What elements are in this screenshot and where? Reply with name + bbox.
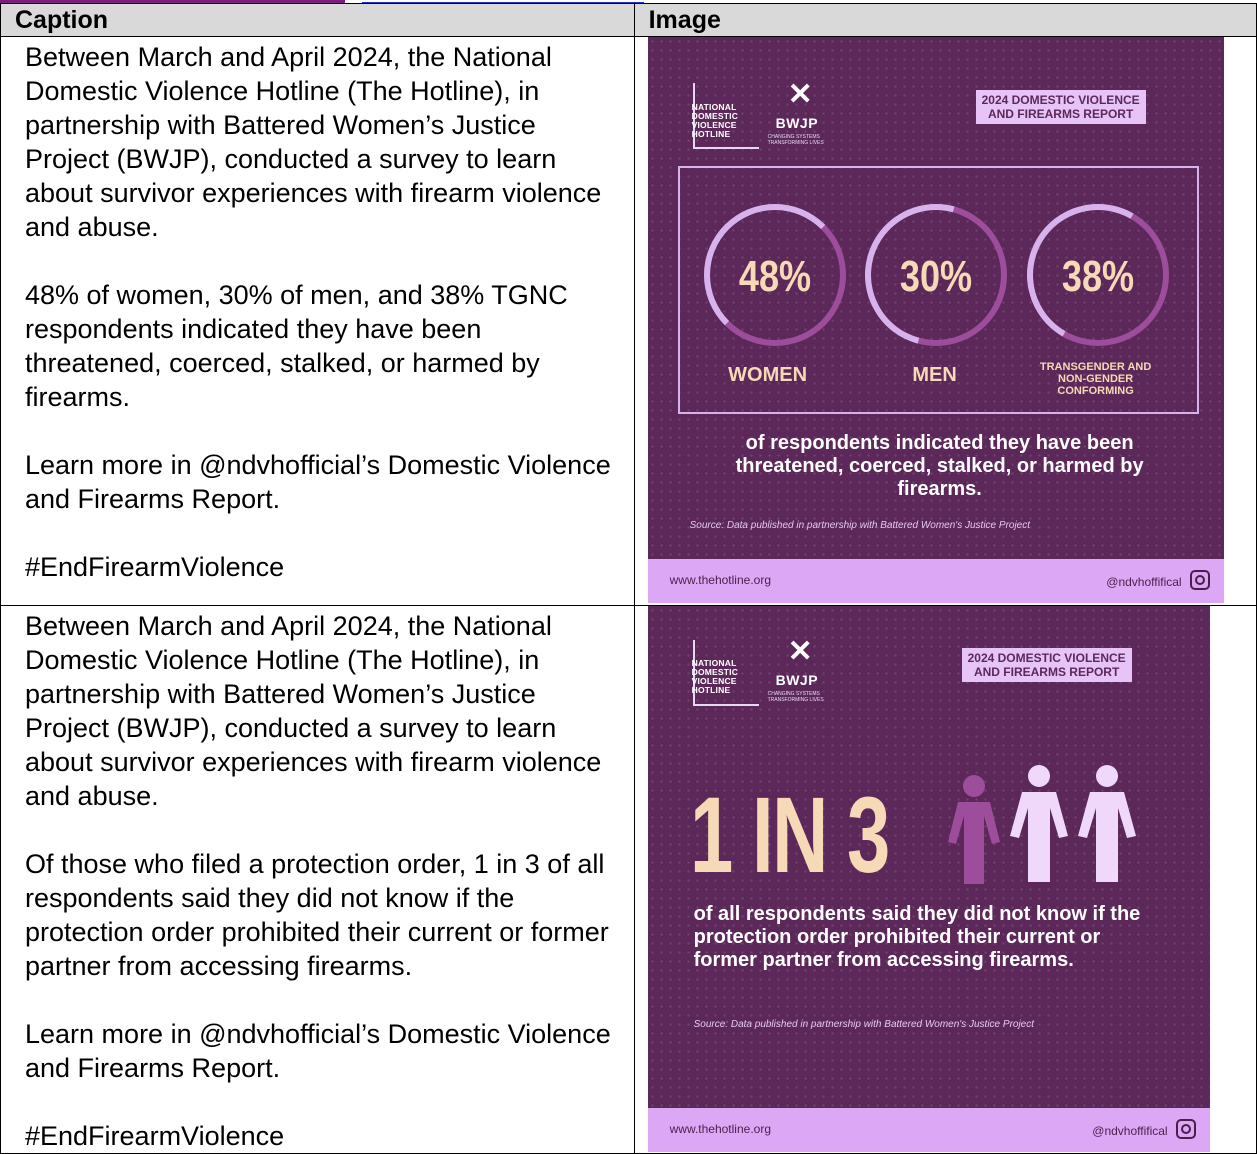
person-icon: [1009, 765, 1068, 882]
caption-paragraph: Between March and April 2024, the Nation…: [25, 42, 602, 242]
stat-ring: 38%: [1010, 188, 1185, 362]
caption-cell: Between March and April 2024, the Nation…: [0, 36, 635, 606]
infographic: NATIONAL DOMESTIC VIOLENCE HOTLINE ✕ BWJ…: [647, 37, 1224, 603]
stat-description: of all respondents said they did not kno…: [693, 903, 1141, 971]
big-stat: 1 IN 3: [689, 774, 890, 895]
bwjp-tagline: CHANGING SYSTEMS TRANSFORMING LIVES: [767, 134, 824, 146]
caption-paragraph: Learn more in @ndvhofficial’s Domestic V…: [25, 1019, 611, 1083]
instagram-handle: @ndvhoffifical: [1092, 1124, 1168, 1138]
table-header-row: Caption Image: [0, 3, 1257, 37]
image-cell: NATIONAL DOMESTIC VIOLENCE HOTLINE ✕ BWJ…: [633, 36, 1257, 606]
instagram-handle: @ndvhoffifical: [1106, 575, 1182, 589]
instagram-icon: [1175, 1119, 1196, 1139]
caption-paragraph: #EndFirearmViolence: [25, 1121, 285, 1151]
report-badge: 2024 DOMESTIC VIOLENCE AND FIREARMS REPO…: [961, 648, 1132, 682]
caption-paragraph: Of those who filed a protection order, 1…: [25, 849, 609, 981]
table-row: Between March and April 2024, the Nation…: [0, 36, 1257, 606]
stat-description: of respondents indicated they have been …: [735, 432, 1144, 500]
infographic: NATIONAL DOMESTIC VIOLENCE HOTLINE ✕ BWJ…: [647, 606, 1210, 1152]
person-icon: [1077, 765, 1136, 882]
stat-label: WOMEN: [728, 364, 808, 386]
header-image: Image: [633, 3, 1257, 37]
bwjp-logo: BWJP: [775, 672, 819, 688]
graphic-footer: www.thehotline.org @ndvhoffifical: [647, 1108, 1210, 1152]
stat-ring: 30%: [838, 178, 1033, 372]
stat-percent: 38%: [1061, 252, 1134, 301]
stat-percent: 30%: [899, 252, 972, 301]
caption-paragraph: 48% of women, 30% of men, and 38% TGNC r…: [25, 280, 568, 412]
website-url: www.thehotline.org: [669, 573, 771, 587]
person-highlighted-icon: [947, 775, 1000, 884]
table-row: Between March and April 2024, the Nation…: [0, 605, 1257, 1154]
header-caption: Caption: [0, 3, 635, 37]
caption-cell: Between March and April 2024, the Nation…: [0, 605, 635, 1154]
website-url: www.thehotline.org: [669, 1122, 771, 1136]
instagram-icon: [1189, 570, 1210, 590]
stat-percent: 48%: [738, 252, 811, 301]
bwjp-tagline: CHANGING SYSTEMS TRANSFORMING LIVES: [767, 691, 824, 703]
caption-paragraph: Between March and April 2024, the Nation…: [25, 611, 602, 811]
source-note: Source: Data published in partnership wi…: [693, 1019, 1035, 1030]
graphic-footer: www.thehotline.org @ndvhoffifical: [647, 559, 1224, 603]
caption-image-table: Caption Image Between March and April 20…: [0, 3, 1257, 1154]
report-badge: 2024 DOMESTIC VIOLENCE AND FIREARMS REPO…: [975, 90, 1146, 124]
hotline-logo: NATIONAL DOMESTIC VIOLENCE HOTLINE: [691, 102, 739, 139]
stat-ring: 48%: [703, 204, 846, 346]
bwjp-mark-icon: ✕: [787, 635, 813, 668]
stat-box: 48% 30% 38% WOMEN MEN TRANSGENDER AND NO…: [677, 166, 1199, 414]
source-note: Source: Data published in partnership wi…: [689, 520, 1031, 531]
caption-paragraph: Learn more in @ndvhofficial’s Domestic V…: [25, 450, 611, 514]
bwjp-mark-icon: ✕: [787, 78, 813, 111]
bwjp-logo: BWJP: [775, 115, 819, 131]
stat-label: TRANSGENDER AND NON-GENDER CONFORMING: [1039, 361, 1152, 397]
hotline-logo: NATIONAL DOMESTIC VIOLENCE HOTLINE: [691, 658, 739, 695]
stat-label: MEN: [912, 364, 957, 386]
caption-paragraph: #EndFirearmViolence: [25, 552, 285, 582]
image-cell: NATIONAL DOMESTIC VIOLENCE HOTLINE ✕ BWJ…: [633, 605, 1257, 1154]
